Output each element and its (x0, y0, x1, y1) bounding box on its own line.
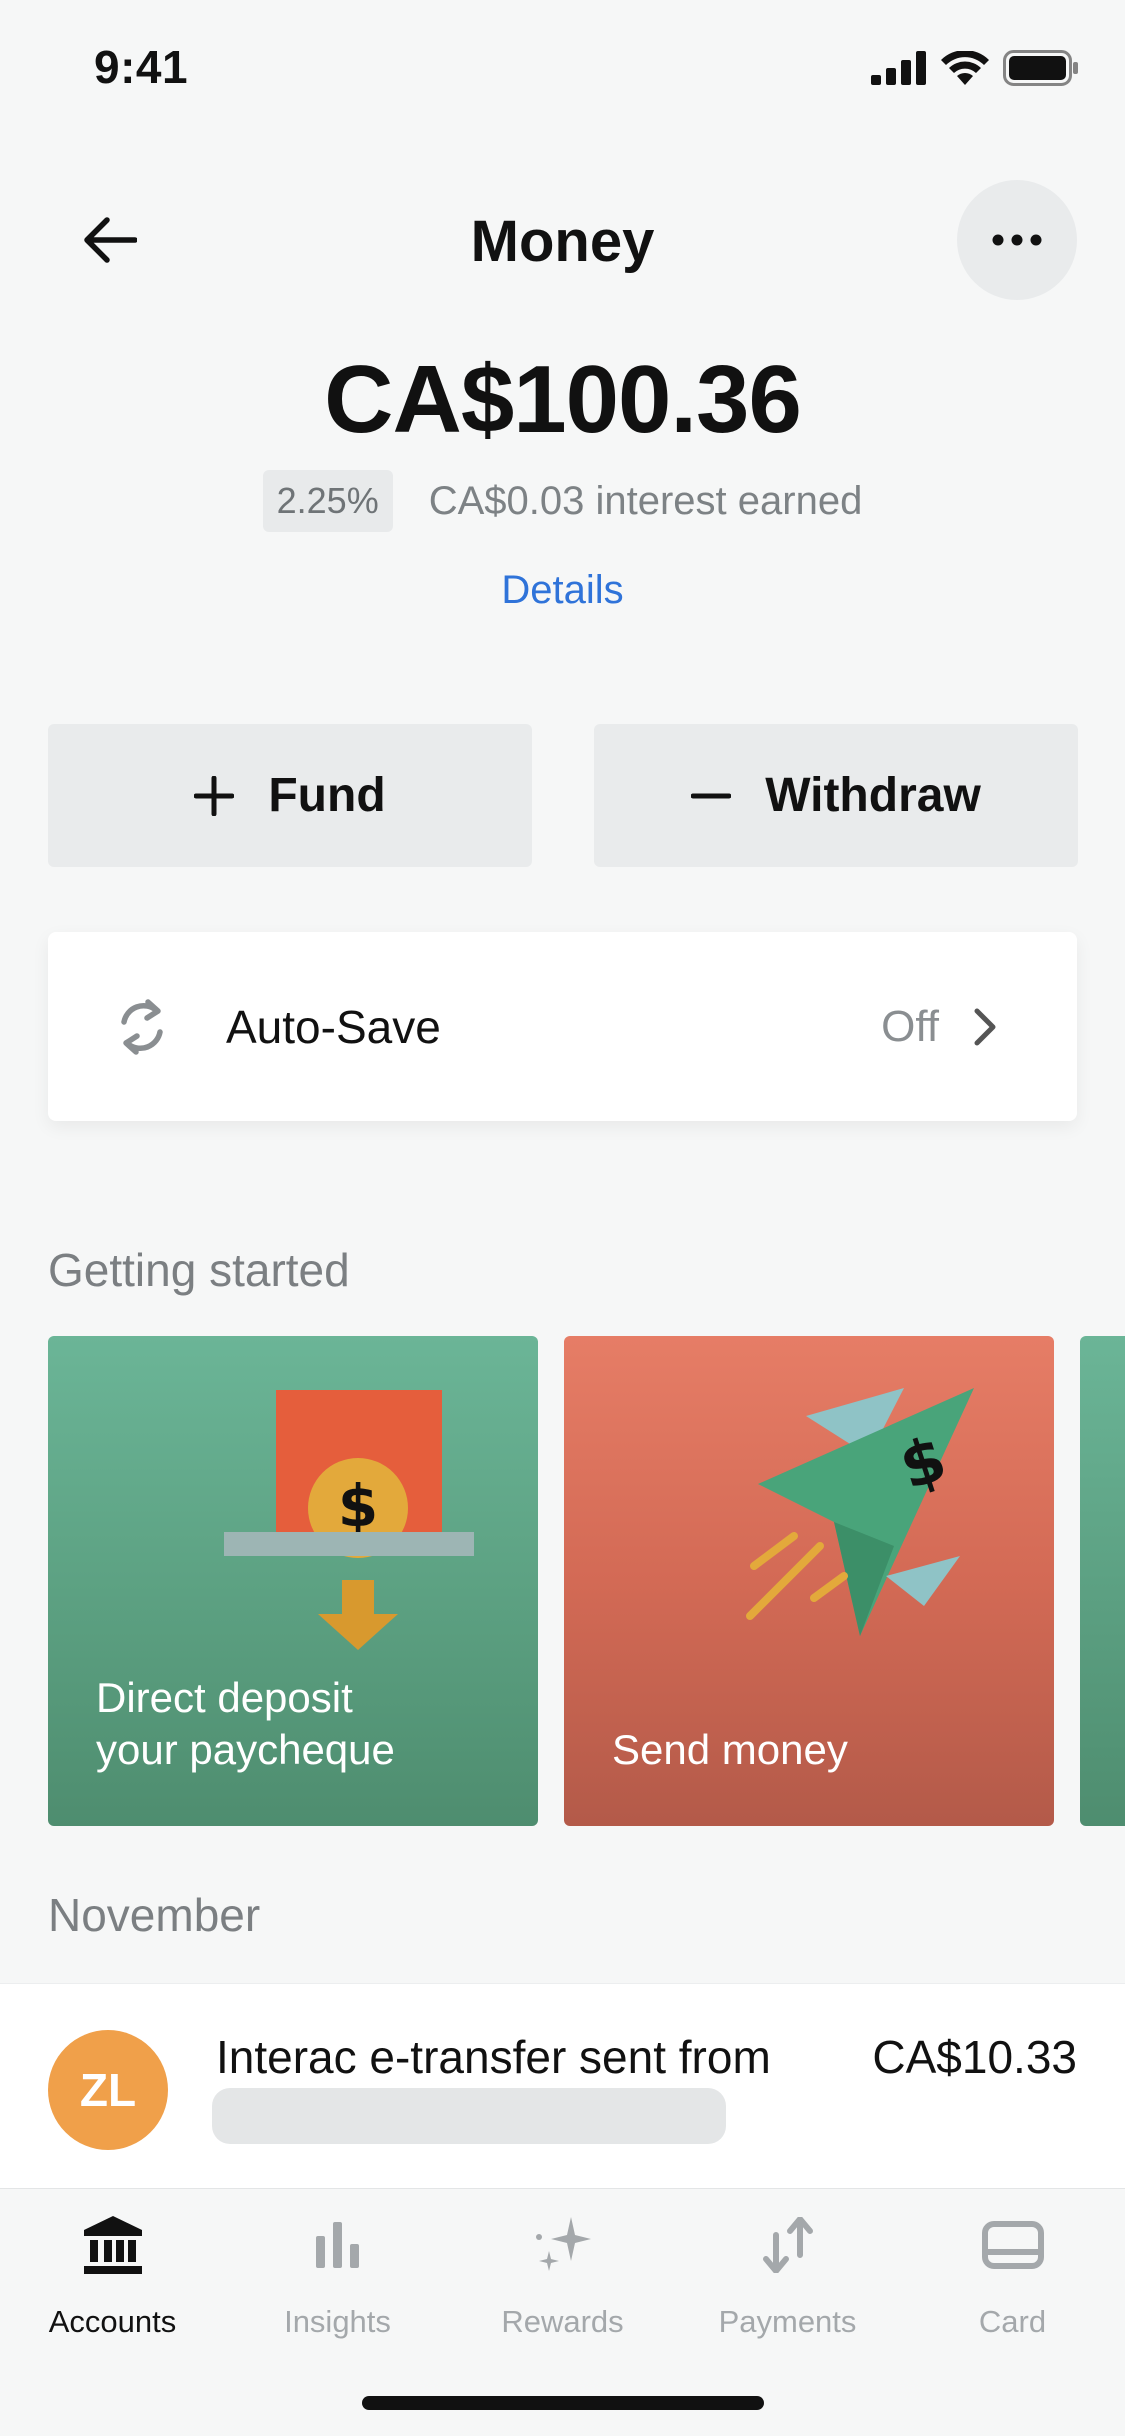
redacted-sender-name (212, 2088, 726, 2144)
more-icon (992, 234, 1042, 246)
status-icons (871, 50, 1079, 86)
chevron-right-icon (974, 1008, 996, 1045)
tab-rewards[interactable]: Rewards (450, 2210, 675, 2340)
month-header: November (48, 1889, 261, 1941)
direct-deposit-label: Direct deposit your paycheque (96, 1672, 395, 1776)
details-link[interactable]: Details (0, 568, 1125, 613)
status-time: 9:41 (94, 41, 189, 93)
svg-text:$: $ (338, 1472, 378, 1540)
tab-card[interactable]: Card (900, 2210, 1125, 2340)
tab-payments[interactable]: Payments (675, 2210, 900, 2340)
transaction-title: Interac e-transfer sent from (216, 2031, 771, 2083)
wifi-icon (941, 51, 989, 85)
paper-plane-money-illustration: $ (746, 1388, 974, 1636)
interest-earned-text: CA$0.03 interest earned (428, 478, 863, 523)
tab-label: Rewards (501, 2304, 624, 2339)
withdraw-button[interactable]: Withdraw (594, 724, 1078, 867)
auto-save-row[interactable]: Auto-Save Off (48, 932, 1077, 1121)
bar-chart-icon (315, 2222, 359, 2268)
auto-save-status: Off (881, 1001, 939, 1051)
interest-rate-badge: 2.25% (262, 470, 393, 532)
transaction-amount: CA$10.33 (872, 2031, 1077, 2083)
plus-icon (194, 775, 235, 816)
tab-label: Accounts (48, 2304, 177, 2339)
tab-label: Card (978, 2304, 1047, 2339)
battery-icon (1003, 50, 1078, 86)
home-indicator (362, 2396, 764, 2410)
card-icon (981, 2221, 1044, 2269)
minus-icon (691, 793, 732, 798)
fund-button[interactable]: Fund (48, 724, 532, 867)
next-card-peek[interactable] (1080, 1336, 1125, 1826)
withdraw-label: Withdraw (765, 769, 981, 822)
tab-label: Payments (718, 2304, 857, 2339)
cellular-signal-icon (871, 51, 926, 85)
balance-amount: CA$100.36 (324, 346, 802, 453)
tab-accounts[interactable]: Accounts (0, 2210, 225, 2340)
more-options-button[interactable] (957, 180, 1077, 300)
tab-label: Insights (284, 2304, 391, 2339)
sparkle-icon (535, 2217, 591, 2271)
transfer-arrows-icon (762, 2217, 813, 2273)
direct-deposit-label-line1: Direct deposit (96, 1674, 353, 1721)
fund-label: Fund (268, 769, 386, 822)
direct-deposit-label-line2: your paycheque (96, 1726, 395, 1773)
auto-save-label: Auto-Save (226, 1000, 441, 1053)
getting-started-title: Getting started (48, 1244, 350, 1296)
send-money-card[interactable]: $ Send money (564, 1336, 1054, 1826)
send-money-label: Send money (612, 1726, 848, 1773)
direct-deposit-illustration: $ (224, 1390, 474, 1650)
bank-icon (83, 2216, 142, 2274)
interest-row: 2.25% CA$0.03 interest earned (0, 470, 1125, 532)
tab-insights[interactable]: Insights (225, 2210, 450, 2340)
avatar: ZL (48, 2030, 168, 2150)
sync-icon (121, 998, 163, 1055)
direct-deposit-card[interactable]: $ Direct deposit your paycheque (48, 1336, 538, 1826)
